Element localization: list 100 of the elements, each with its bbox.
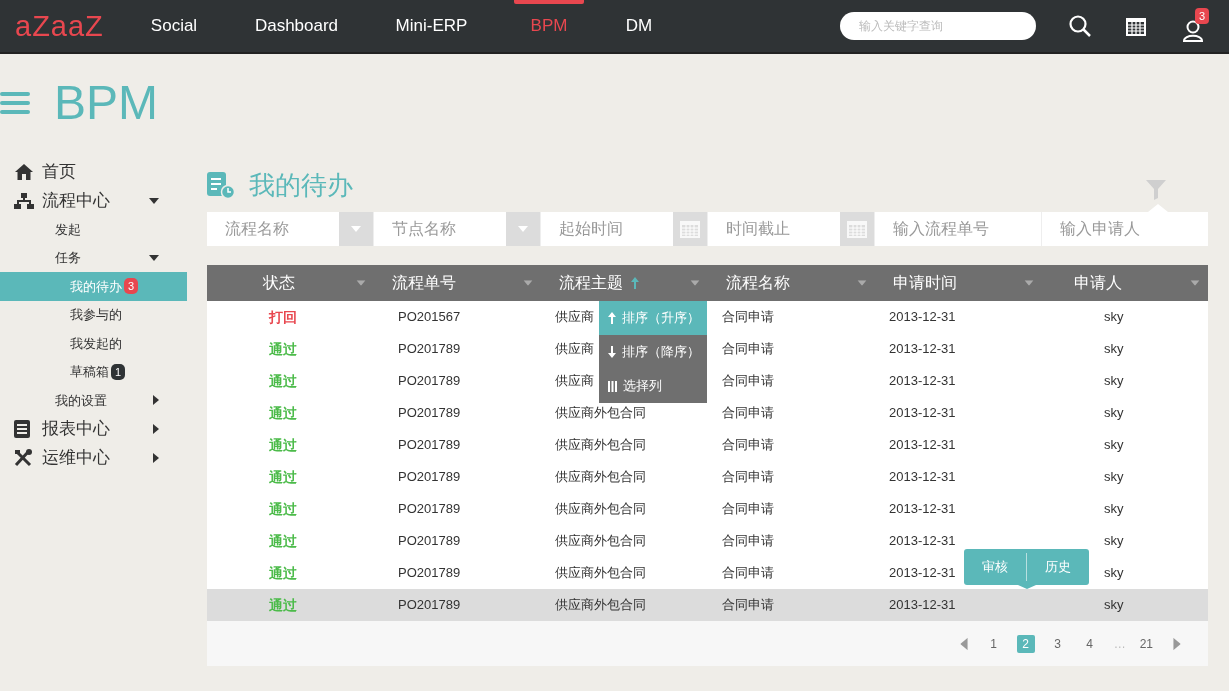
caret-icon: [149, 254, 159, 261]
previous-page-button[interactable]: [960, 638, 967, 649]
column-header[interactable]: 流程名称: [708, 265, 875, 301]
page-title: 我的待办: [249, 168, 353, 202]
user-button[interactable]: 3: [1183, 8, 1215, 44]
columns-icon: [608, 380, 617, 392]
dropdown-button[interactable]: [506, 212, 540, 246]
column-header[interactable]: 状态: [207, 265, 374, 301]
ellipsis: …: [1112, 635, 1127, 653]
table-cell-text: 通过: [269, 499, 297, 519]
arrow-down-icon: [608, 346, 616, 358]
next-page-button[interactable]: [1174, 638, 1180, 649]
table-cell-text: 2013-12-31: [889, 436, 956, 455]
caret-icon: [518, 226, 528, 232]
table-cell-text: 2013-12-31: [889, 372, 956, 391]
table-cell-text: sky: [1104, 372, 1124, 391]
page-button[interactable]: 21: [1136, 634, 1156, 653]
list-icon: [14, 420, 30, 438]
document-clock-icon: [207, 171, 235, 199]
menu-item[interactable]: 排序（降序）: [599, 335, 707, 369]
table-cell-text: PO201789: [398, 436, 461, 455]
sidebar-item[interactable]: 草稿箱 1: [0, 357, 187, 386]
search-field[interactable]: 输入关键字查询: [840, 12, 1036, 40]
caret-icon: [1190, 280, 1200, 286]
table-cell-text: 供应商: [555, 340, 594, 359]
calendar-icon[interactable]: [1126, 16, 1146, 36]
table-cell-text: 合同申请: [722, 404, 774, 423]
sidebar-label: 运维中心: [42, 447, 110, 470]
sidebar-item[interactable]: 我的设置: [0, 386, 187, 415]
table-cell-text: 合同申请: [722, 500, 774, 519]
table-cell-text: PO201789: [398, 340, 461, 359]
calendar-button[interactable]: [673, 212, 707, 246]
table-cell-text: 通过: [269, 531, 297, 551]
sidebar-item[interactable]: 我发起的: [0, 329, 187, 358]
menu-icon[interactable]: [0, 90, 30, 116]
sidebar-label: 发起: [55, 220, 81, 239]
sidebar-item[interactable]: 首页: [0, 157, 187, 186]
user-icon: [1183, 20, 1203, 42]
table-cell-text: PO201567: [398, 308, 461, 327]
sort-up-icon: [631, 277, 639, 289]
table-cell-text: 通过: [269, 339, 297, 359]
nav-tab[interactable]: BPM: [494, 0, 604, 52]
table-cell-text: PO201789: [398, 500, 461, 519]
tools-icon: [14, 449, 34, 467]
table-cell-text: 合同申请: [722, 564, 774, 583]
table-cell-text: 合同申请: [722, 372, 774, 391]
sidebar-label: 流程中心: [42, 189, 110, 212]
calendar-icon: [847, 220, 867, 238]
table-cell-text: 供应商: [555, 308, 594, 327]
table-cell-text: 2013-12-31: [889, 404, 956, 423]
sidebar-item[interactable]: 运维中心: [0, 443, 187, 473]
table-cell-text: sky: [1104, 468, 1124, 487]
page-button[interactable]: 3: [1048, 634, 1067, 653]
table-cell-text: 供应商外包合同: [555, 564, 646, 583]
sidebar-item[interactable]: 发起: [0, 215, 187, 244]
column-header[interactable]: 申请人: [1042, 265, 1208, 301]
caret-icon: [1173, 637, 1181, 650]
search-icon[interactable]: [1069, 15, 1091, 37]
column-header[interactable]: 申请时间: [875, 265, 1042, 301]
table-cell-text: PO201789: [398, 468, 461, 487]
sidebar-label: 报表中心: [42, 418, 110, 441]
sidebar-item[interactable]: 流程中心: [0, 186, 187, 215]
page-button[interactable]: 1: [984, 634, 1003, 653]
sidebar-label: 首页: [42, 160, 76, 183]
caret-icon: [153, 424, 159, 434]
sidebar-item[interactable]: 任务: [0, 243, 187, 272]
filter-icon[interactable]: [1146, 180, 1166, 200]
table-cell-text: 2013-12-31: [889, 564, 956, 583]
table-cell-text: PO201789: [398, 564, 461, 583]
table-cell-text: 合同申请: [722, 468, 774, 487]
table-cell-text: 合同申请: [722, 532, 774, 551]
column-header[interactable]: 流程单号: [374, 265, 541, 301]
sidebar-item[interactable]: 我的待办 3: [0, 272, 187, 301]
caret-icon: [356, 280, 366, 286]
menu-item[interactable]: 选择列: [599, 369, 707, 403]
table-cell-text: 2013-12-31: [889, 532, 956, 551]
table-cell-text: 2013-12-31: [889, 340, 956, 359]
table-cell-text: 合同申请: [722, 436, 774, 455]
nav-tab[interactable]: Dashboard: [224, 0, 369, 52]
table-cell-text: 通过: [269, 403, 297, 423]
sidebar-item[interactable]: 报表中心: [0, 414, 187, 444]
calendar-button[interactable]: [840, 212, 874, 246]
nav-tab[interactable]: Social: [124, 0, 224, 52]
caret-icon: [523, 280, 533, 286]
logo[interactable]: aZaaZ: [15, 11, 120, 41]
table-cell-text: 打回: [269, 307, 297, 327]
nav-tab[interactable]: Mini-ERP: [369, 0, 494, 52]
table-cell-text: sky: [1104, 596, 1124, 615]
count-badge: 3: [124, 278, 139, 295]
table-cell-text: 通过: [269, 467, 297, 487]
table-cell-text: sky: [1104, 436, 1124, 455]
table-cell-text: 供应商外包合同: [555, 468, 646, 487]
table-cell-text: sky: [1104, 308, 1124, 327]
page-button[interactable]: 4: [1080, 634, 1099, 653]
sidebar-item[interactable]: 我参与的: [0, 300, 187, 329]
table-cell-text: PO201789: [398, 372, 461, 391]
nav-tab[interactable]: DM: [604, 0, 674, 52]
table-cell-text: sky: [1104, 564, 1124, 583]
dropdown-button[interactable]: [339, 212, 373, 246]
sidebar-label: 任务: [55, 249, 81, 267]
